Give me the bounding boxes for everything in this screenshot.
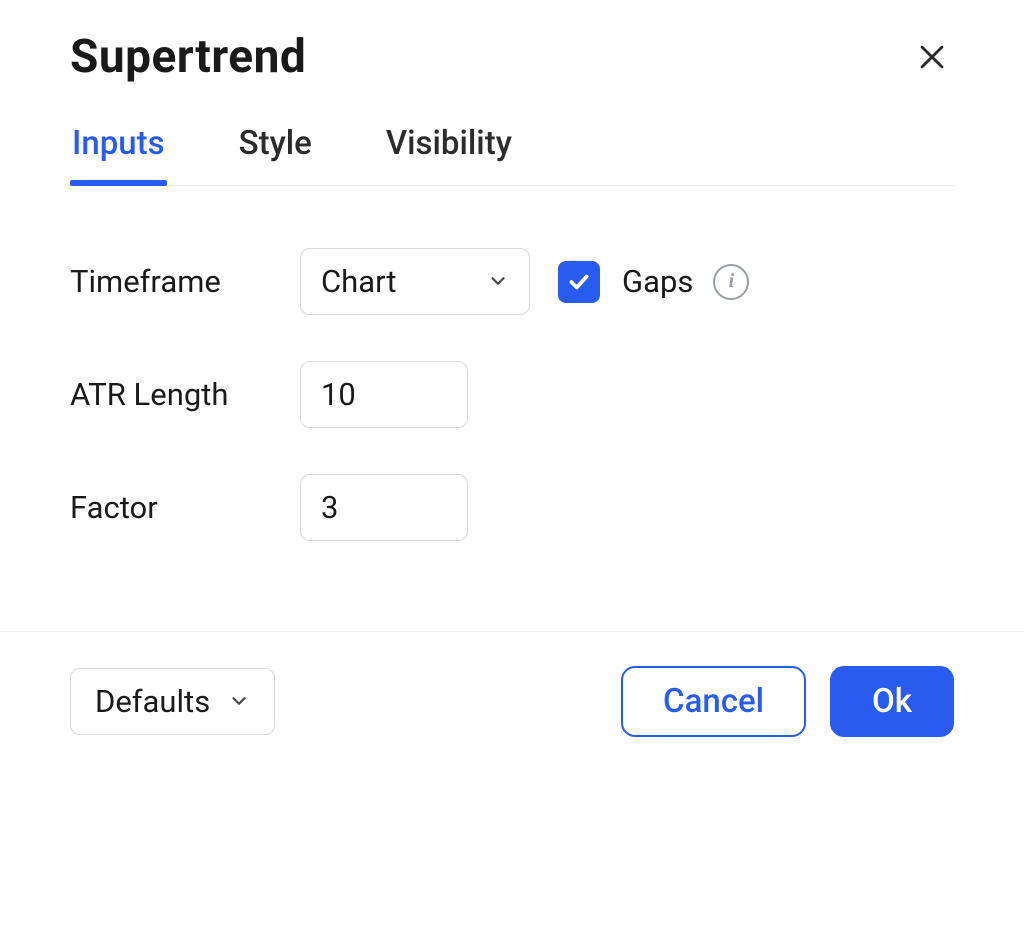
factor-label: Factor — [70, 489, 300, 526]
timeframe-select[interactable]: Chart — [300, 248, 530, 315]
chevron-down-icon — [487, 263, 509, 300]
tab-visibility[interactable]: Visibility — [384, 124, 514, 185]
atr-length-label: ATR Length — [70, 376, 300, 413]
defaults-button[interactable]: Defaults — [70, 668, 275, 735]
dialog-header: Supertrend — [70, 30, 954, 84]
row-timeframe: Timeframe Chart Gaps i — [70, 248, 954, 315]
cancel-button[interactable]: Cancel — [621, 666, 806, 737]
factor-input[interactable] — [300, 474, 468, 541]
ok-button[interactable]: Ok — [830, 666, 954, 737]
tab-style[interactable]: Style — [237, 124, 314, 185]
close-icon — [915, 40, 949, 74]
action-buttons: Cancel Ok — [621, 666, 954, 737]
gaps-label: Gaps — [622, 263, 693, 300]
settings-dialog: Supertrend Inputs Style Visibility Timef… — [0, 0, 1024, 737]
dialog-footer: Defaults Cancel Ok — [70, 632, 954, 737]
timeframe-label: Timeframe — [70, 263, 300, 300]
dialog-title: Supertrend — [70, 30, 306, 84]
tab-inputs[interactable]: Inputs — [70, 124, 167, 185]
inputs-panel: Timeframe Chart Gaps i ATR Length Factor — [70, 186, 954, 595]
close-button[interactable] — [910, 35, 954, 79]
chevron-down-icon — [228, 683, 250, 720]
defaults-label: Defaults — [95, 683, 210, 720]
info-icon[interactable]: i — [713, 264, 749, 300]
gaps-checkbox[interactable] — [558, 261, 600, 303]
atr-length-input[interactable] — [300, 361, 468, 428]
tabs-bar: Inputs Style Visibility — [70, 124, 954, 186]
row-factor: Factor — [70, 474, 954, 541]
check-icon — [566, 269, 592, 295]
row-atr-length: ATR Length — [70, 361, 954, 428]
timeframe-value: Chart — [321, 263, 397, 300]
